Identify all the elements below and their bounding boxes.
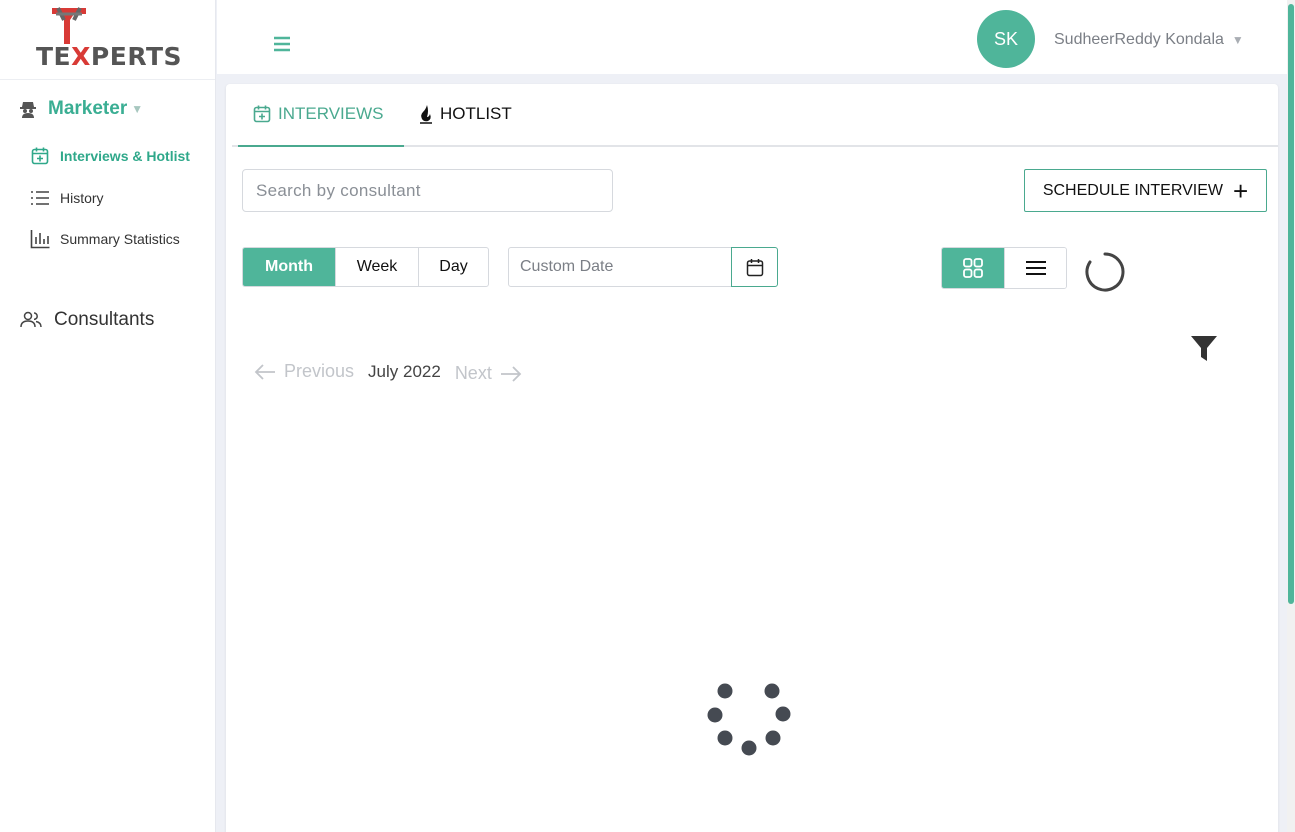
calendar-plus-icon [253,105,271,123]
sidebar-item-interviews-hotlist[interactable]: Interviews & Hotlist [30,146,190,166]
scrollbar-thumb[interactable] [1288,4,1294,604]
search-input[interactable] [242,169,613,212]
list-icon [1025,261,1046,275]
grid-view-button[interactable] [942,248,1004,288]
chevron-down-icon: ▼ [131,102,144,116]
bar-chart-icon [30,230,50,249]
fire-icon [420,105,432,124]
list-view-button[interactable] [1004,248,1066,288]
next-label: Next [454,363,492,383]
filter-icon[interactable] [1190,334,1218,364]
previous-label: Previous [284,361,355,381]
top-bar: SK SudheerReddy Kondala ▼ [217,0,1287,74]
tab-bar: INTERVIEWS HOTLIST [232,84,1278,147]
loading-spinner-icon [1085,252,1125,292]
texperts-logo-icon [52,7,86,44]
next-button[interactable]: Next [455,363,522,384]
calendar-plus-icon [31,147,49,165]
list-icon [31,191,49,205]
tab-label: HOTLIST [440,104,512,123]
arrow-right-icon [500,365,522,382]
loading-dots-icon [707,683,791,756]
grid-icon [963,258,983,278]
sidebar-item-summary-statistics[interactable]: Summary Statistics [30,229,180,249]
calendar-icon [746,258,763,276]
previous-button[interactable]: Previous [254,361,354,382]
range-month-button[interactable]: Month [243,248,335,286]
user-menu[interactable]: SudheerReddy Kondala ▼ [1054,31,1244,49]
tab-interviews[interactable]: INTERVIEWS [252,104,383,124]
active-tab-indicator [238,145,404,147]
user-name: SudheerReddy Kondala [1054,31,1224,48]
date-picker-button[interactable] [731,247,778,287]
sidebar-group-label: Marketer [48,98,128,119]
sidebar-item-label: Interviews & Hotlist [60,148,190,164]
plus-icon: + [1233,175,1249,206]
sidebar-item-label: Summary Statistics [60,231,180,247]
sidebar-item-history[interactable]: History [30,189,104,207]
sidebar: TEXPERTS Marketer ▼ Interviews & Hotlist… [0,0,216,832]
chevron-down-icon: ▼ [1231,33,1244,47]
range-week-button[interactable]: Week [335,248,418,286]
main-card: INTERVIEWS HOTLIST SCHEDULE INTERVIEW + … [226,84,1278,832]
custom-date-input[interactable]: Custom Date [508,247,732,287]
sidebar-item-label: Consultants [54,309,155,330]
users-icon [20,311,42,328]
range-day-button[interactable]: Day [418,248,488,286]
arrow-left-icon [254,363,275,380]
current-month: July 2022 [368,361,441,381]
tab-label: INTERVIEWS [278,104,384,123]
brand-logo[interactable]: TEXPERTS [0,0,215,80]
avatar[interactable]: SK [977,10,1035,68]
schedule-interview-button[interactable]: SCHEDULE INTERVIEW + [1024,169,1267,212]
spy-icon [20,102,36,118]
tab-hotlist[interactable]: HOTLIST [418,104,512,124]
page-scrollbar[interactable] [1287,0,1295,832]
layout-toggle [941,247,1067,289]
view-range-toggle: Month Week Day [242,247,489,287]
sidebar-item-consultants[interactable]: Consultants [20,309,154,331]
sidebar-group-marketer[interactable]: Marketer ▼ [18,98,143,120]
schedule-interview-label: SCHEDULE INTERVIEW [1042,181,1223,199]
hamburger-menu-icon[interactable] [273,36,291,52]
sidebar-item-label: History [60,190,104,206]
month-pager: Previous July 2022 Next [254,359,522,384]
brand-wordmark: TEXPERTS [36,42,183,71]
